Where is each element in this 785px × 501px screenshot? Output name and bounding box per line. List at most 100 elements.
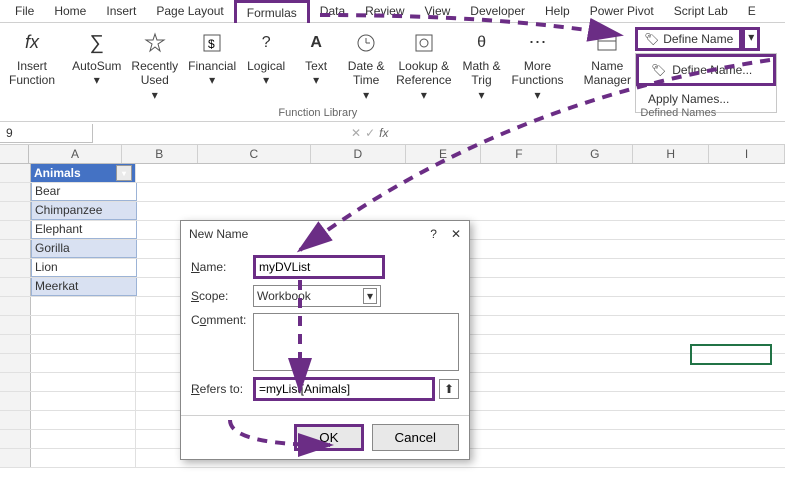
chevron-down-icon: ▾ (313, 73, 319, 87)
comment-input[interactable] (253, 313, 459, 371)
collapse-dialog-button[interactable]: ⬆ (439, 379, 459, 399)
tab-data[interactable]: Data (310, 1, 355, 21)
sigma-icon: ∑ (83, 29, 111, 57)
row-header[interactable] (0, 202, 31, 220)
chevron-down-icon: ▾ (748, 30, 754, 44)
chevron-down-icon: ▾ (421, 88, 427, 102)
star-icon (141, 29, 169, 57)
help-button[interactable]: ? (430, 227, 437, 241)
column-headers: A B C D E F G H I (0, 145, 785, 164)
row-header[interactable] (0, 259, 31, 277)
group-label-defined-names: Defined Names (580, 107, 777, 119)
name-manager-button[interactable]: Name Manager (580, 27, 635, 113)
define-name-menu: 🏷 Define Name... Apply Names... (635, 53, 777, 113)
row-header[interactable] (0, 278, 31, 296)
tab-insert[interactable]: Insert (96, 1, 146, 21)
tab-view[interactable]: View (415, 1, 461, 21)
cancel-formula-icon[interactable]: ✕ (351, 126, 361, 140)
chevron-down-icon: ▾ (94, 73, 100, 87)
define-name-button[interactable]: 🏷 Define Name (635, 27, 742, 51)
row-header[interactable] (0, 449, 31, 467)
table-cell[interactable]: Chimpanzee (31, 202, 137, 220)
logical-button[interactable]: ? Logical ▾ (242, 27, 290, 104)
financial-button[interactable]: $ Financial ▾ (184, 27, 240, 104)
tab-page-layout[interactable]: Page Layout (146, 1, 233, 21)
row-header[interactable] (0, 392, 31, 410)
table-cell[interactable]: Gorilla (31, 240, 137, 258)
tab-review[interactable]: Review (355, 1, 414, 21)
tab-power-pivot[interactable]: Power Pivot (580, 1, 664, 21)
cancel-button[interactable]: Cancel (372, 424, 460, 451)
define-name-dropdown[interactable]: ▾ (742, 27, 760, 51)
collapse-icon: ⬆ (444, 382, 454, 396)
row-header[interactable] (0, 164, 31, 182)
insert-function-button[interactable]: fx Insert Function (8, 27, 56, 90)
row-header[interactable] (0, 430, 31, 448)
tab-formulas[interactable]: Formulas (234, 0, 310, 23)
formula-bar-row: 9 ✕ ✓ fx (0, 122, 785, 145)
row-header[interactable] (0, 354, 31, 372)
group-label-function-library: Function Library (68, 107, 567, 119)
col-header-H[interactable]: H (633, 145, 709, 163)
tab-developer[interactable]: Developer (460, 1, 535, 21)
row-header[interactable] (0, 297, 31, 315)
autosum-button[interactable]: ∑ AutoSum ▾ (68, 27, 125, 104)
lookup-reference-button[interactable]: Lookup & Reference ▾ (392, 27, 455, 104)
refers-to-label: Refers to: (191, 382, 253, 396)
chevron-down-icon: ▾ (122, 169, 126, 178)
tag-icon: 🏷 (644, 32, 659, 46)
col-header-B[interactable]: B (122, 145, 198, 163)
row-header[interactable] (0, 316, 31, 334)
logical-icon: ? (252, 29, 280, 57)
col-header-D[interactable]: D (311, 145, 406, 163)
tab-script-lab[interactable]: Script Lab (664, 1, 738, 21)
table-cell[interactable]: Lion (31, 259, 137, 277)
tag-icon: 🏷 (651, 63, 666, 77)
row-header[interactable] (0, 373, 31, 391)
name-box[interactable]: 9 (0, 124, 93, 143)
row-header[interactable] (0, 411, 31, 429)
text-button[interactable]: A Text ▾ (292, 27, 340, 104)
row-header[interactable] (0, 183, 31, 201)
table-cell[interactable]: Bear (31, 183, 137, 201)
row-header[interactable] (0, 335, 31, 353)
col-header-E[interactable]: E (406, 145, 482, 163)
row-header[interactable] (0, 221, 31, 239)
text-icon: A (302, 29, 330, 57)
table-cell[interactable]: Elephant (31, 221, 137, 239)
tab-home[interactable]: Home (44, 1, 96, 21)
dialog-titlebar[interactable]: New Name ? ✕ (181, 221, 469, 247)
menu-item-define-name[interactable]: 🏷 Define Name... (636, 54, 776, 86)
chevron-down-icon: ▾ (363, 88, 369, 102)
col-header-F[interactable]: F (481, 145, 557, 163)
enter-formula-icon[interactable]: ✓ (365, 126, 375, 140)
ok-button[interactable]: OK (294, 424, 363, 451)
table-cell[interactable]: Meerkat (31, 278, 137, 296)
name-input[interactable] (253, 255, 385, 279)
more-icon: ⋯ (524, 29, 552, 57)
name-manager-icon (593, 29, 621, 57)
fx-icon: fx (18, 29, 46, 57)
filter-dropdown-button[interactable]: ▾ (116, 165, 132, 181)
refers-to-input[interactable] (253, 377, 435, 401)
close-button[interactable]: ✕ (451, 227, 461, 241)
tab-help[interactable]: Help (535, 1, 580, 21)
table-header-cell[interactable]: Animals ▾ (31, 164, 136, 182)
tab-file[interactable]: File (5, 1, 44, 21)
col-header-I[interactable]: I (709, 145, 785, 163)
col-header-C[interactable]: C (198, 145, 311, 163)
row-header[interactable] (0, 240, 31, 258)
svg-text:$: $ (208, 37, 215, 51)
chevron-down-icon: ▾ (535, 88, 541, 102)
tab-extra[interactable]: E (738, 1, 766, 21)
fx-icon[interactable]: fx (379, 126, 388, 140)
math-trig-button[interactable]: θ Math & Trig ▾ (458, 27, 506, 104)
col-header-A[interactable]: A (29, 145, 122, 163)
more-functions-button[interactable]: ⋯ More Functions ▾ (508, 27, 568, 104)
recently-used-button[interactable]: Recently Used ▾ (127, 27, 182, 104)
date-time-button[interactable]: Date & Time ▾ (342, 27, 390, 104)
scope-select[interactable]: Workbook ▾ (253, 285, 381, 307)
chevron-down-icon: ▾ (363, 288, 377, 304)
comment-label: Comment: (191, 313, 253, 327)
col-header-G[interactable]: G (557, 145, 633, 163)
